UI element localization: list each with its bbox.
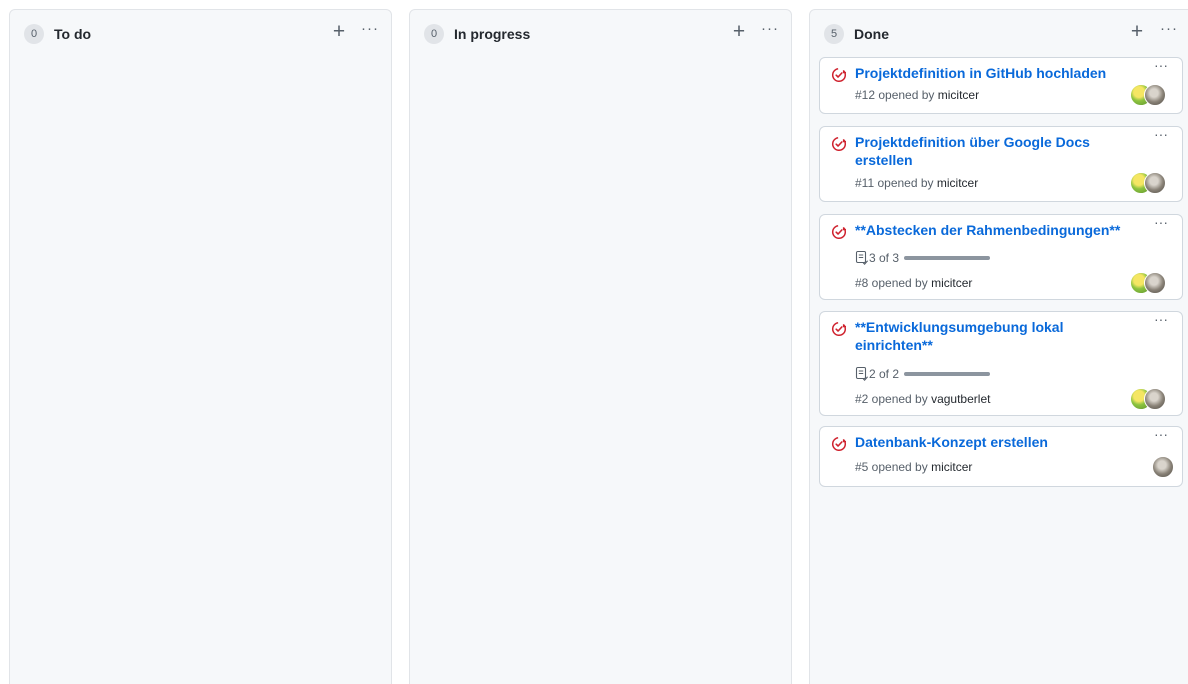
author-link[interactable]: vagutberlet [931, 392, 990, 406]
column-title: To do [54, 26, 92, 42]
add-card-plus-icon[interactable]: + [1126, 19, 1148, 45]
progress-text: 3 of 3 [869, 251, 900, 265]
assignee-avatars [1130, 172, 1174, 194]
progress-bar [904, 371, 991, 376]
issue-title-link[interactable]: Projektdefinition in GitHub hochladen [855, 64, 1135, 82]
issue-closed-icon [831, 436, 847, 452]
author-link[interactable]: micitcer [931, 460, 972, 474]
issue-number-text: #8 opened by [855, 276, 932, 290]
project-board: 0 To do + ··· 0 In progress + ··· 5 Done… [0, 0, 1188, 684]
issue-card[interactable]: Datenbank-Konzept erstellen ··· #5 opene… [819, 426, 1183, 487]
issue-title-link[interactable]: Datenbank-Konzept erstellen [855, 433, 1135, 451]
task-progress: 2 of 2 [855, 366, 991, 382]
column-todo: 0 To do + ··· [9, 9, 392, 684]
assignee-avatars [1130, 272, 1174, 294]
column-menu-kebab-icon[interactable]: ··· [358, 21, 382, 43]
progress-text: 2 of 2 [869, 367, 900, 381]
issue-closed-icon [831, 224, 847, 240]
author-link[interactable]: micitcer [937, 176, 978, 190]
issue-closed-icon [831, 136, 847, 152]
issue-title-link[interactable]: **Abstecken der Rahmenbedingungen** [855, 221, 1145, 239]
column-count-badge: 5 [824, 24, 844, 44]
card-menu-kebab-icon[interactable]: ··· [1150, 127, 1172, 143]
column-menu-kebab-icon[interactable]: ··· [1157, 21, 1181, 43]
column-count-badge: 0 [24, 24, 44, 44]
issue-meta: #8 opened by micitcer [855, 275, 972, 291]
issue-title-link[interactable]: Projektdefinition über Google Docs erste… [855, 133, 1105, 169]
column-title: Done [854, 26, 889, 42]
checklist-icon [855, 250, 869, 266]
progress-bar [904, 255, 991, 260]
checklist-icon [855, 366, 869, 382]
assignee-avatars [1130, 456, 1174, 478]
avatar[interactable] [1144, 272, 1166, 294]
column-header: 0 In progress + ··· [410, 10, 791, 56]
issue-number-text: #11 opened by [855, 176, 937, 190]
issue-meta: #12 opened by micitcer [855, 87, 979, 103]
column-title: In progress [454, 26, 531, 42]
issue-closed-icon [831, 321, 847, 337]
add-card-plus-icon[interactable]: + [728, 19, 750, 45]
avatar[interactable] [1144, 84, 1166, 106]
card-menu-kebab-icon[interactable]: ··· [1150, 427, 1172, 443]
column-in-progress: 0 In progress + ··· [409, 9, 792, 684]
issue-title-link[interactable]: **Entwicklungsumgebung lokal einrichten*… [855, 318, 1085, 354]
assignee-avatars [1130, 388, 1174, 410]
column-done: 5 Done + ··· Projektdefinition in GitHub… [809, 9, 1188, 684]
issue-card[interactable]: **Abstecken der Rahmenbedingungen** ··· … [819, 214, 1183, 300]
avatar[interactable] [1152, 456, 1174, 478]
column-header: 5 Done + ··· [810, 10, 1188, 56]
issue-card[interactable]: Projektdefinition über Google Docs erste… [819, 126, 1183, 202]
issue-card[interactable]: Projektdefinition in GitHub hochladen ··… [819, 57, 1183, 114]
assignee-avatars [1130, 84, 1174, 106]
issue-number-text: #5 opened by [855, 460, 932, 474]
card-menu-kebab-icon[interactable]: ··· [1150, 58, 1172, 74]
card-menu-kebab-icon[interactable]: ··· [1150, 215, 1172, 231]
issue-meta: #2 opened by vagutberlet [855, 391, 990, 407]
card-menu-kebab-icon[interactable]: ··· [1150, 312, 1172, 328]
issue-meta: #11 opened by micitcer [855, 175, 978, 191]
avatar[interactable] [1144, 388, 1166, 410]
avatar[interactable] [1144, 172, 1166, 194]
add-card-plus-icon[interactable]: + [328, 19, 350, 45]
issue-number-text: #12 opened by [855, 88, 938, 102]
issue-closed-icon [831, 67, 847, 83]
column-count-badge: 0 [424, 24, 444, 44]
column-menu-kebab-icon[interactable]: ··· [758, 21, 782, 43]
issue-meta: #5 opened by micitcer [855, 459, 972, 475]
author-link[interactable]: micitcer [931, 276, 972, 290]
issue-number-text: #2 opened by [855, 392, 932, 406]
task-progress: 3 of 3 [855, 250, 991, 266]
column-header: 0 To do + ··· [10, 10, 391, 56]
issue-card[interactable]: **Entwicklungsumgebung lokal einrichten*… [819, 311, 1183, 416]
author-link[interactable]: micitcer [938, 88, 979, 102]
